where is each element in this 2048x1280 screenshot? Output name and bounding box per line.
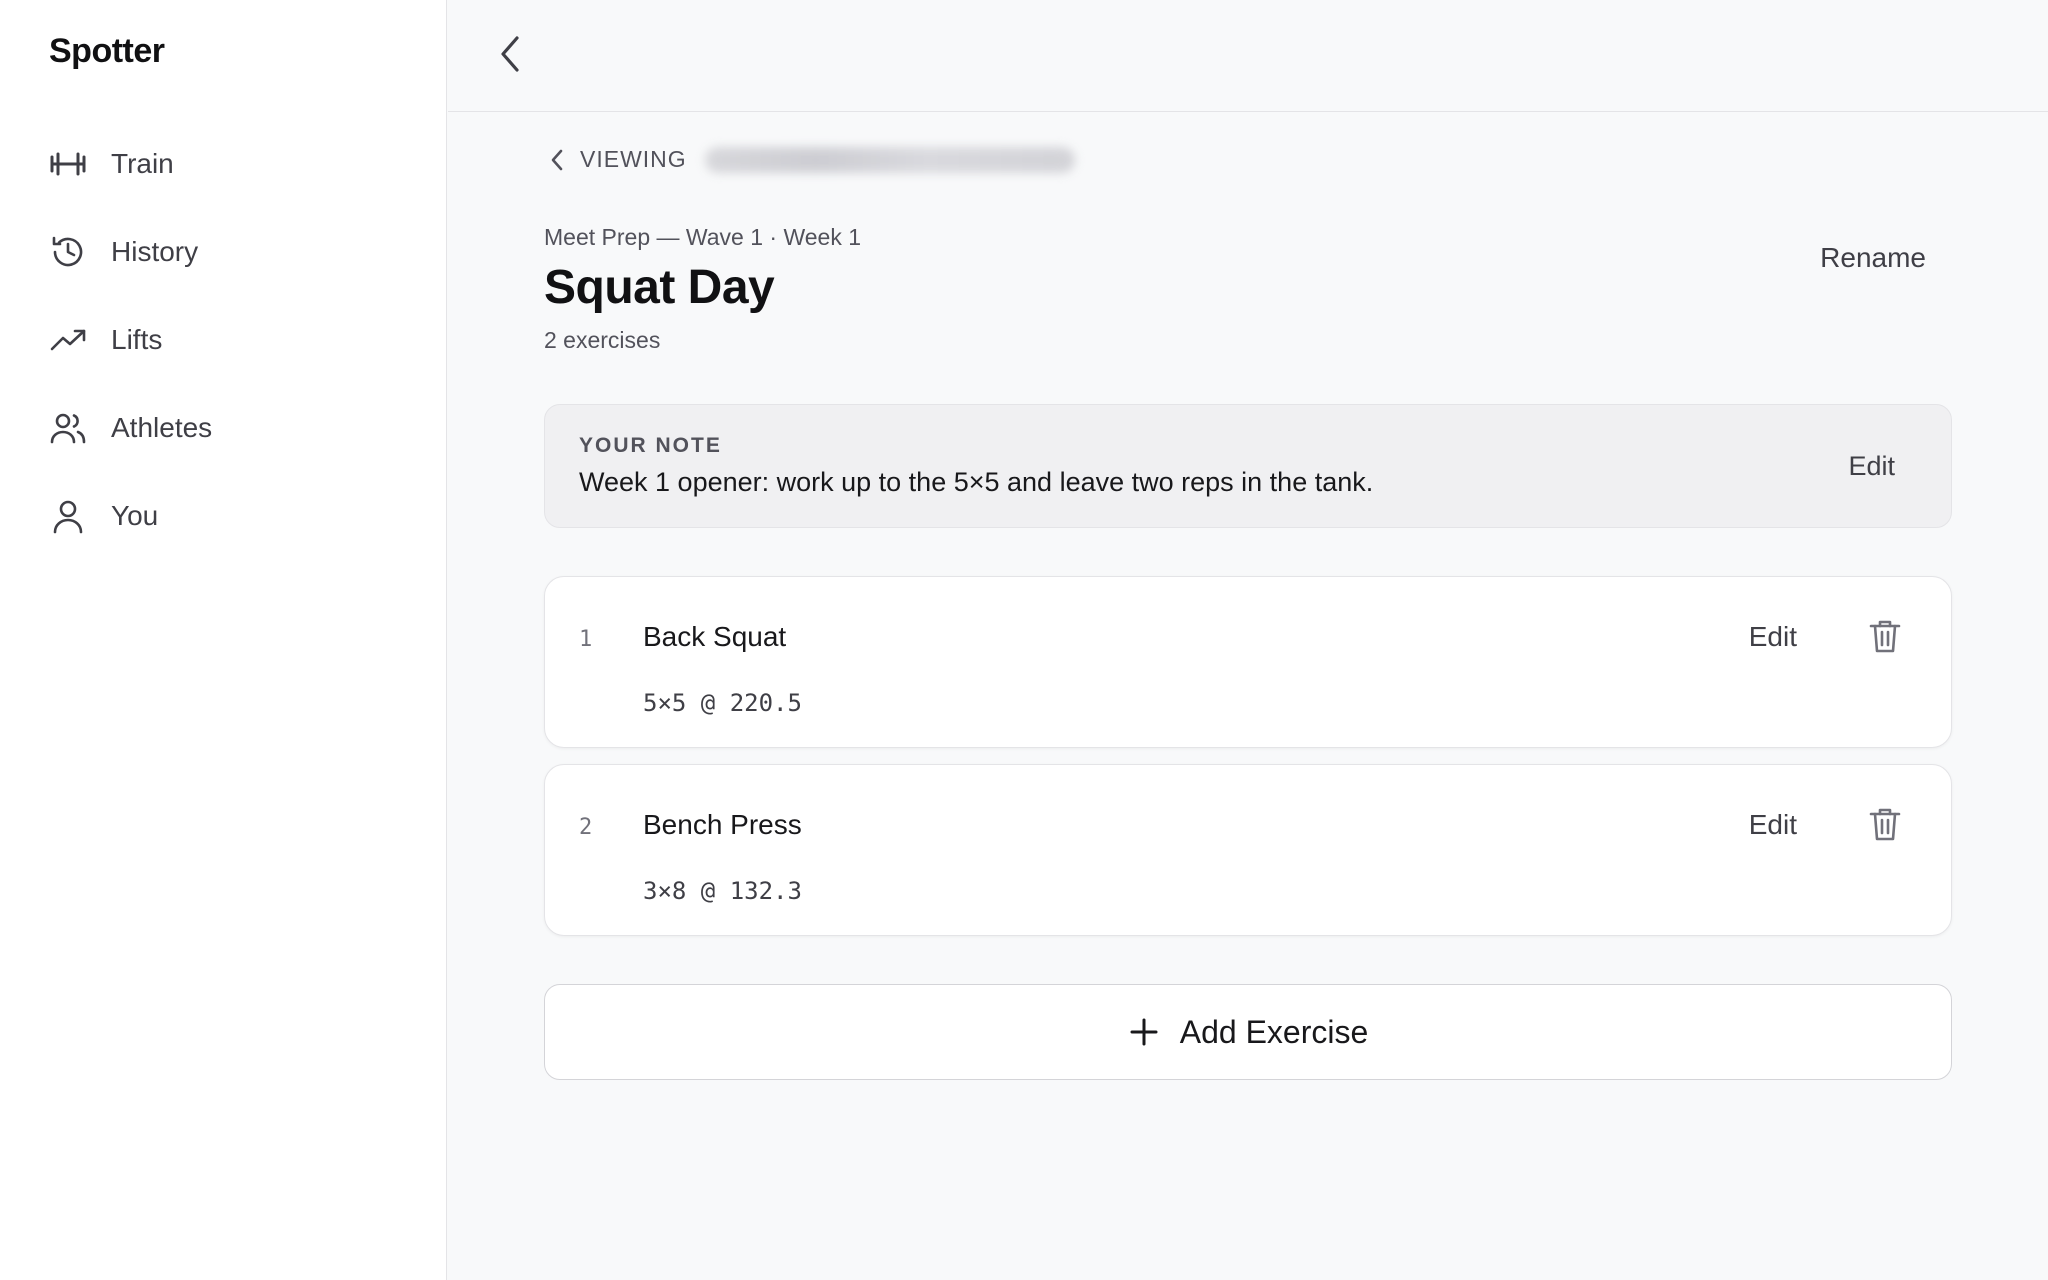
sidebar-item-label: You [111,500,159,531]
viewing-as-bar[interactable]: VIEWING [544,146,1075,173]
delete-exercise-button[interactable] [1867,619,1903,657]
sidebar-item-label: Athletes [111,412,213,443]
main-content: VIEWING Meet Prep — Wave 1 · Week 1 Squa… [448,0,2048,1280]
dumbbell-icon [49,145,87,183]
trash-icon [1868,618,1902,659]
exercise-name: Back Squat [643,621,787,652]
sidebar: Spotter Train History Lifts Athletes You [0,0,447,1280]
back-button[interactable] [488,32,532,80]
exercise-detail: 5×5 @ 220.5 [643,689,802,717]
breadcrumb: Meet Prep — Wave 1 · Week 1 [544,224,862,250]
add-exercise-button[interactable]: Add Exercise [544,984,1952,1080]
trending-up-icon [49,321,87,359]
note-label: YOUR NOTE [579,434,722,457]
page-title: Squat Day [544,261,775,314]
app-root: Spotter Train History Lifts Athletes You… [0,0,2048,1280]
sidebar-item-lifts[interactable]: Lifts [49,312,409,368]
users-icon [49,409,87,447]
top-bar [448,0,2048,112]
sidebar-item-you[interactable]: You [49,488,409,544]
chevron-left-icon [544,147,570,173]
exercise-name: Bench Press [643,809,802,840]
exercise-index: 1 [579,627,593,652]
delete-exercise-button[interactable] [1867,807,1903,845]
viewing-label: VIEWING [580,146,687,172]
exercise-edit-button[interactable]: Edit [1749,809,1797,841]
exercise-card: 1 Back Squat 5×5 @ 220.5 Edit [544,576,1952,748]
brand-logo[interactable]: Spotter [49,32,165,71]
sidebar-item-athletes[interactable]: Athletes [49,400,409,456]
note-edit-button[interactable]: Edit [1848,451,1895,482]
exercise-count: 2 exercises [544,327,661,353]
sidebar-item-label: Train [111,148,174,179]
chevron-left-icon [498,34,522,79]
sidebar-item-label: Lifts [111,324,163,355]
exercise-edit-button[interactable]: Edit [1749,621,1797,653]
exercise-detail: 3×8 @ 132.3 [643,877,802,905]
redacted-email [704,146,1075,173]
sidebar-item-label: History [111,236,199,267]
exercise-index: 2 [579,815,593,840]
user-icon [49,497,87,535]
sidebar-item-history[interactable]: History [49,224,409,280]
rename-button[interactable]: Rename [1820,242,1926,274]
note-text: Week 1 opener: work up to the 5×5 and le… [579,467,1374,497]
history-icon [49,233,87,271]
add-exercise-label: Add Exercise [1179,1013,1369,1050]
sidebar-nav: Train History Lifts Athletes You [49,136,409,576]
plus-icon [1128,1016,1160,1048]
sidebar-item-train[interactable]: Train [49,136,409,192]
exercise-card: 2 Bench Press 3×8 @ 132.3 Edit [544,764,1952,936]
note-card: YOUR NOTE Week 1 opener: work up to the … [544,404,1952,528]
trash-icon [1868,806,1902,847]
